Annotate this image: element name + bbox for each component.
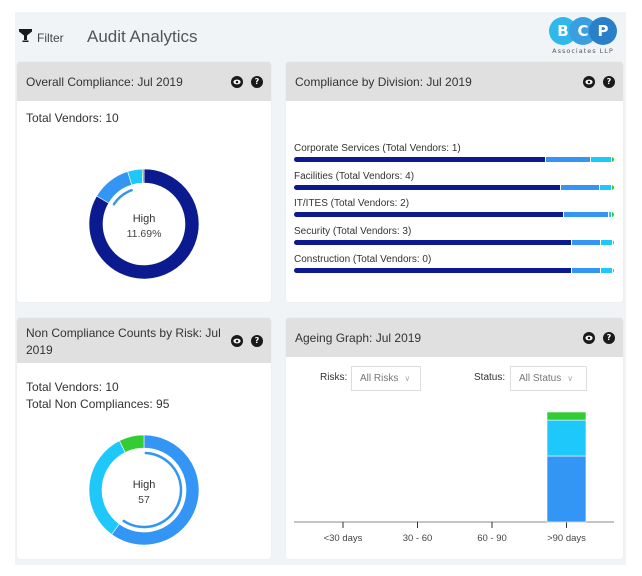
risks-select-value: All Risks	[360, 373, 399, 384]
division-label: Corporate Services (Total Vendors: 1)	[294, 143, 461, 154]
page-title: Audit Analytics	[87, 27, 198, 46]
division-row: Construction (Total Vendors: 0)	[294, 254, 614, 273]
division-row: Corporate Services (Total Vendors: 1)	[294, 143, 614, 162]
risks-select[interactable]: All Risks ∨	[351, 366, 421, 391]
bar-segment-compliant[interactable]	[294, 157, 545, 162]
donut-center-value: 57	[138, 494, 150, 506]
panel-title: Ageing Graph: Jul 2019	[295, 330, 422, 345]
panel-header: Overall Compliance: Jul 2019 ?	[17, 62, 271, 101]
bar-segment-high[interactable]	[562, 212, 608, 218]
eye-icon[interactable]	[231, 75, 243, 88]
division-bar	[294, 157, 614, 162]
division-label: Facilities (Total Vendors: 4)	[294, 170, 415, 182]
bar-segment-medium[interactable]	[599, 240, 613, 246]
bar-segment-high[interactable]	[570, 267, 600, 273]
bar-segment-low[interactable]	[612, 240, 614, 246]
x-tick-label: 60 - 90	[477, 533, 507, 544]
division-bar	[294, 212, 614, 218]
status-select[interactable]: All Status ∨	[510, 366, 587, 391]
panel-title: Overall Compliance: Jul 2019	[26, 74, 183, 89]
help-icon[interactable]: ?	[603, 331, 615, 344]
division-row: IT/ITES (Total Vendors: 2)	[294, 198, 614, 218]
donut-center-label: High	[133, 213, 156, 225]
bar-segment-high[interactable]	[570, 240, 600, 246]
help-icon[interactable]: ?	[603, 75, 615, 88]
division-bar	[294, 240, 614, 246]
division-row: Security (Total Vendors: 3)	[294, 226, 614, 246]
division-label: Construction (Total Vendors: 0)	[294, 253, 432, 265]
ageing-bar-chart: <30 days 30 - 60 60 - 90 >90 days	[294, 411, 614, 544]
panel-title: Compliance by Division: Jul 2019	[295, 74, 472, 89]
eye-icon[interactable]	[231, 334, 243, 347]
help-icon[interactable]: ?	[251, 334, 263, 347]
total-vendors-text: Total Vendors: 10	[26, 380, 119, 394]
noncompliance-by-risk-panel: Non Compliance Counts by Risk: Jul 2019 …	[17, 318, 271, 559]
bar-segment-compliant[interactable]	[294, 184, 560, 190]
bar-segment-medium[interactable]	[598, 184, 612, 190]
bar-segment-low[interactable]	[611, 184, 614, 190]
logo-subtitle: Associates LLP	[552, 47, 614, 55]
bar-segment-high[interactable]	[559, 184, 599, 190]
ageing-bar-low[interactable]	[546, 411, 587, 421]
division-label: IT/ITES (Total Vendors: 2)	[294, 198, 410, 210]
filter-label: Filter	[37, 31, 64, 45]
donut-slice-medium[interactable]	[88, 440, 126, 535]
division-label: Security (Total Vendors: 3)	[294, 226, 412, 238]
donut-slice-high[interactable]	[96, 171, 133, 204]
panel-title: Non Compliance Counts by Risk: Jul 2019	[26, 325, 221, 357]
eye-icon[interactable]	[583, 331, 595, 344]
bar-segment-medium[interactable]	[599, 267, 613, 273]
filter-icon	[19, 29, 32, 47]
top-bar: Filter Audit Analytics B C P Associates …	[15, 12, 626, 62]
bar-segment-compliant[interactable]	[294, 212, 563, 218]
bar-segment-compliant[interactable]	[294, 267, 571, 273]
risks-label: Risks:	[320, 372, 348, 383]
status-label: Status:	[474, 372, 506, 383]
bar-segment-low[interactable]	[610, 212, 614, 218]
company-logo: B C P Associates LLP	[547, 17, 619, 59]
ageing-bar-high[interactable]	[546, 455, 587, 523]
division-row: Facilities (Total Vendors: 4)	[294, 171, 614, 190]
filter-button[interactable]: Filter	[19, 29, 64, 47]
chevron-down-icon: ∨	[404, 374, 411, 383]
overall-compliance-panel: Overall Compliance: Jul 2019 ? Total Ven…	[17, 62, 271, 302]
logo-letter-p: P	[589, 17, 617, 45]
status-select-value: All Status	[519, 373, 562, 384]
donut-center-label: High	[133, 479, 156, 491]
bar-segment-low[interactable]	[612, 267, 614, 273]
chevron-down-icon: ∨	[567, 374, 574, 383]
division-bar	[294, 267, 614, 273]
donut-center-value: 11.69%	[127, 228, 162, 240]
bar-segment-high[interactable]	[544, 157, 590, 162]
x-tick-label: 30 - 60	[403, 533, 433, 544]
x-tick-label: >90 days	[547, 533, 586, 544]
ageing-graph-panel: Ageing Graph: Jul 2019 ? Risks: All Risk…	[286, 318, 623, 559]
panel-header: Non Compliance Counts by Risk: Jul 2019 …	[17, 318, 271, 363]
eye-icon[interactable]	[583, 75, 595, 88]
dashboard-canvas: Filter Audit Analytics B C P Associates …	[15, 12, 626, 565]
help-icon[interactable]: ?	[251, 75, 263, 88]
total-noncompliances-text: Total Non Compliances: 95	[26, 397, 170, 411]
noncompliance-donut: High 57	[88, 434, 200, 546]
x-tick-label: <30 days	[324, 533, 363, 544]
overall-compliance-donut: High 11.69%	[88, 168, 200, 280]
bar-segment-medium[interactable]	[589, 157, 612, 162]
ageing-bar-medium[interactable]	[546, 419, 587, 457]
compliance-by-division-panel: Compliance by Division: Jul 2019 ? Corpo…	[286, 62, 623, 302]
panel-header: Ageing Graph: Jul 2019 ?	[286, 318, 623, 357]
panel-header: Compliance by Division: Jul 2019 ?	[286, 62, 623, 101]
donut-slice-low[interactable]	[141, 168, 145, 184]
division-bar	[294, 184, 614, 190]
bar-segment-low[interactable]	[611, 157, 614, 162]
bar-segment-compliant[interactable]	[294, 240, 571, 246]
